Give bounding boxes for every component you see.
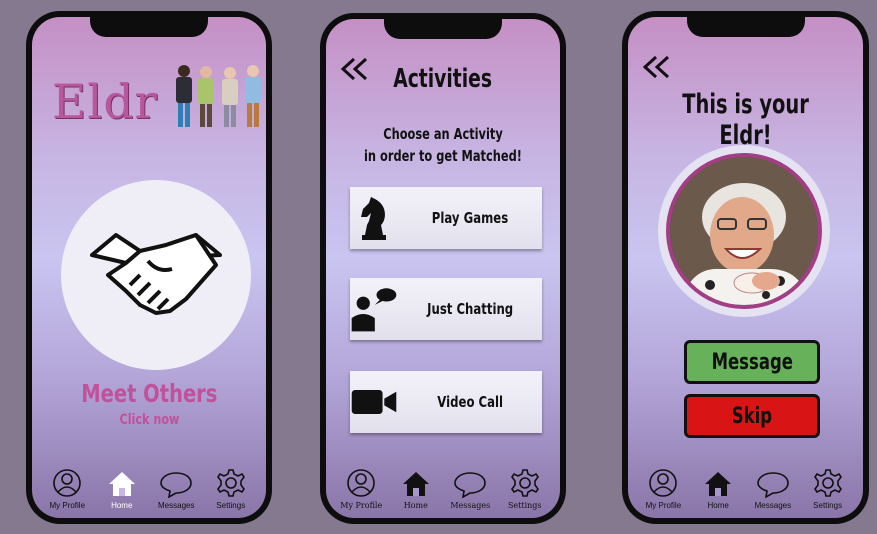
nav-home[interactable]: Home (95, 458, 150, 510)
nav-profile-label: My Profile (49, 501, 86, 510)
nav-home-label: Home (403, 501, 428, 510)
activity-label: Video Call (437, 393, 503, 411)
nav-home-label: Home (707, 501, 729, 510)
nav-home[interactable]: Home (389, 458, 444, 510)
profile-icon (53, 469, 82, 497)
nav-profile-label: My Profile (340, 501, 383, 510)
gear-icon (813, 469, 842, 497)
nav-settings-label: Settings (507, 501, 542, 510)
meet-others-title[interactable]: Meet Others (32, 379, 266, 409)
profile-icon (347, 469, 376, 497)
nav-settings[interactable]: Settings (204, 458, 259, 510)
elders-illustration (176, 65, 261, 127)
person-speech-icon (351, 288, 397, 332)
nav-settings-label: Settings (813, 501, 843, 510)
profile-icon (649, 469, 678, 497)
nav-settings-label: Settings (216, 501, 246, 510)
app-logo: Eldr (52, 75, 158, 130)
skip-button[interactable]: Skip (684, 394, 820, 438)
speech-bubble-icon (160, 472, 193, 498)
nav-messages[interactable]: Messages (443, 458, 498, 510)
double-chevron-left-icon[interactable] (642, 55, 672, 79)
home-icon (402, 472, 429, 496)
chess-knight-icon (361, 197, 386, 240)
activity-label: Play Games (431, 209, 509, 227)
activity-play-games-button[interactable]: Play Games (350, 187, 542, 249)
message-button[interactable]: Message (684, 340, 820, 384)
phone-activities: Activities Choose an Activity in order t… (320, 13, 566, 524)
page-title: This is your Eldr! (682, 89, 809, 151)
activities-screen: Activities Choose an Activity in order t… (326, 19, 560, 518)
nav-profile[interactable]: My Profile (334, 458, 389, 510)
handshake-icon (90, 233, 222, 315)
nav-settings[interactable]: Settings (800, 458, 855, 510)
home-icon (108, 472, 135, 496)
home-icon (705, 472, 732, 496)
nav-profile[interactable]: My Profile (40, 458, 95, 510)
video-camera-icon (351, 390, 397, 414)
nav-profile-label: My Profile (645, 501, 682, 510)
click-now-link[interactable]: Click now (32, 411, 266, 428)
nav-home-label: Home (111, 501, 133, 510)
gear-icon (216, 469, 245, 497)
nav-messages[interactable]: Messages (746, 458, 801, 510)
match-photo[interactable] (666, 153, 822, 309)
meet-others-button[interactable] (61, 180, 251, 370)
nav-messages-label: Messages (158, 501, 195, 510)
gear-icon (510, 469, 539, 497)
activity-label: Just Chatting (426, 300, 514, 318)
notch (384, 19, 502, 39)
match-screen: This is your Eldr! Message Skip My Profi… (628, 17, 863, 518)
bottom-nav: My Profile Home Messages Settings (326, 458, 560, 510)
home-screen: Eldr Meet Others Click now My Profile Ho… (32, 17, 266, 518)
nav-profile[interactable]: My Profile (636, 458, 691, 510)
speech-bubble-icon (757, 472, 789, 498)
elderly-woman-photo (670, 157, 818, 305)
bottom-nav: My Profile Home Messages Settings (32, 458, 266, 510)
phone-home: Eldr Meet Others Click now My Profile Ho… (26, 11, 272, 524)
bottom-nav: My Profile Home Messages Settings (628, 458, 863, 510)
phone-match: This is your Eldr! Message Skip My Profi… (622, 11, 869, 524)
nav-messages[interactable]: Messages (149, 458, 204, 510)
activity-just-chatting-button[interactable]: Just Chatting (350, 278, 542, 340)
notch (90, 17, 208, 37)
page-title: Activities (393, 64, 493, 94)
nav-settings[interactable]: Settings (498, 458, 553, 510)
page-subtitle: Choose an Activity in order to get Match… (364, 125, 522, 165)
match-photo-frame (658, 145, 830, 317)
nav-messages-label: Messages (754, 501, 792, 510)
nav-home[interactable]: Home (691, 458, 746, 510)
notch (686, 17, 805, 37)
speech-bubble-icon (454, 472, 487, 498)
activity-video-call-button[interactable]: Video Call (350, 371, 542, 433)
nav-messages-label: Messages (450, 501, 491, 510)
